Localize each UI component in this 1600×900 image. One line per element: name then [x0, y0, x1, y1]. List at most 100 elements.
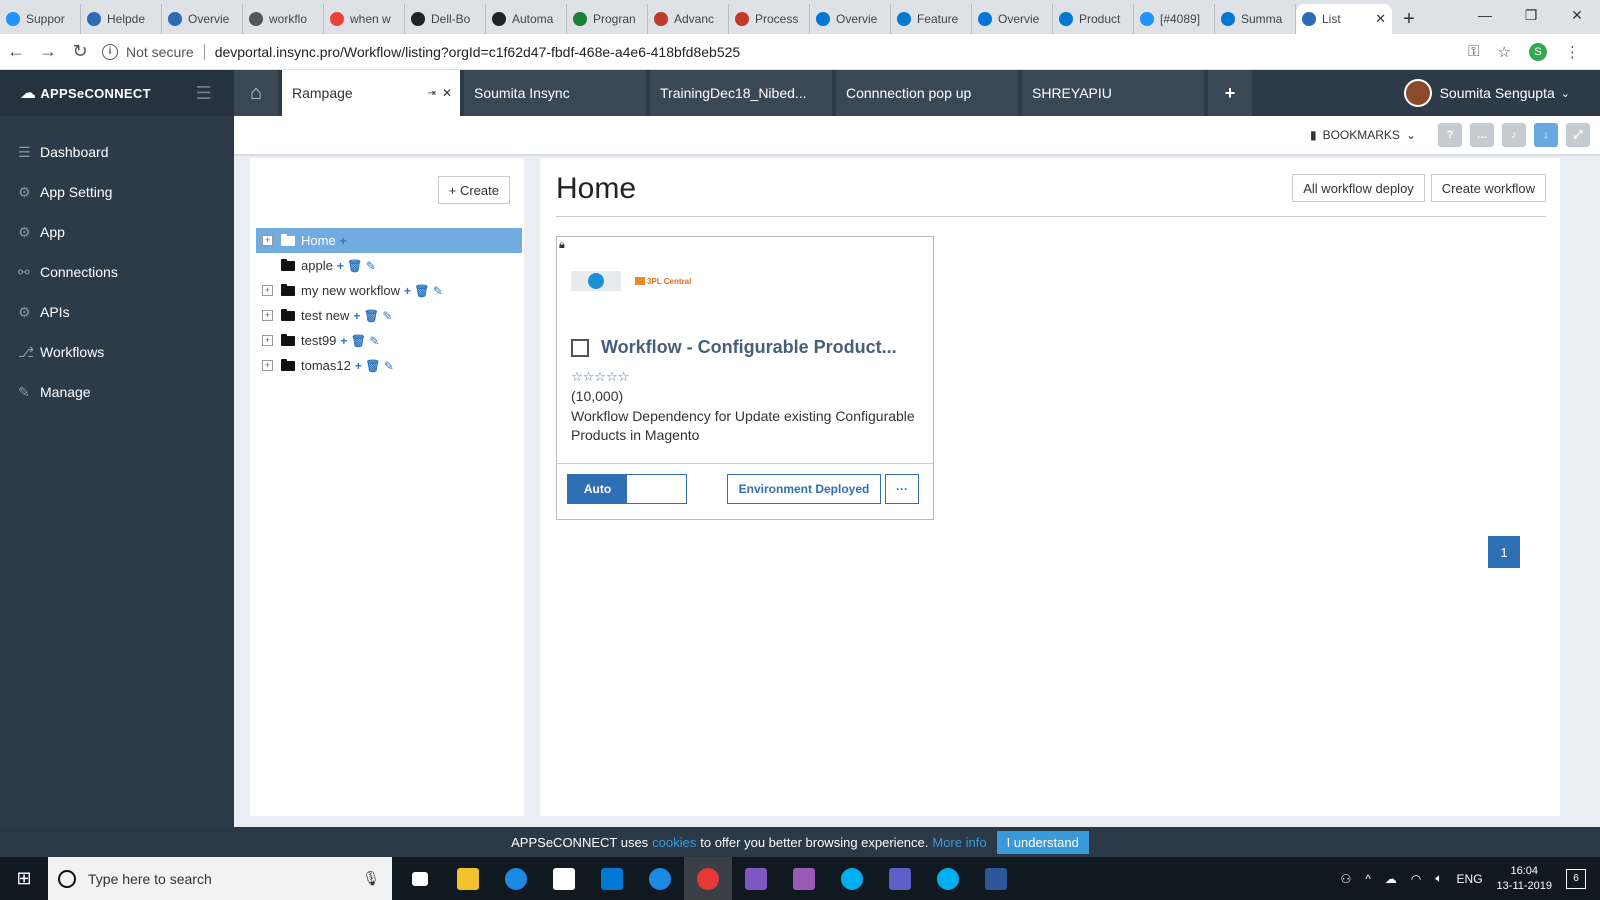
- browser-tab[interactable]: Summa: [1215, 4, 1296, 34]
- browser-tab[interactable]: Overvie: [810, 4, 891, 34]
- browser-tab[interactable]: [#4089]: [1134, 4, 1215, 34]
- clock[interactable]: 16:04 13-11-2019: [1497, 864, 1552, 894]
- browser-tab[interactable]: Progran: [567, 4, 648, 34]
- new-tab-button[interactable]: +: [1392, 4, 1426, 34]
- browser-tab[interactable]: Overvie: [162, 4, 243, 34]
- page-number-button[interactable]: 1: [1488, 536, 1520, 568]
- expand-icon[interactable]: +: [262, 235, 273, 246]
- language-indicator[interactable]: ENG: [1457, 872, 1483, 886]
- edge-icon[interactable]: [492, 857, 540, 900]
- cookies-link[interactable]: cookies: [652, 835, 696, 850]
- node-actions[interactable]: + 🗑 ✎: [353, 309, 392, 323]
- sidebar-item-connections[interactable]: ⚯ Connections: [0, 252, 234, 292]
- tree-node[interactable]: + test99 + 🗑 ✎: [256, 328, 522, 353]
- chevron-up-icon[interactable]: ^: [1365, 872, 1371, 886]
- chat-icon[interactable]: …: [1470, 123, 1494, 147]
- bell-icon[interactable]: ♪: [1502, 123, 1526, 147]
- home-icon[interactable]: ⌂: [234, 70, 278, 116]
- sidebar-item-app[interactable]: ⚙ App: [0, 212, 234, 252]
- more-info-link[interactable]: More info: [932, 835, 986, 850]
- outlook-icon[interactable]: [588, 857, 636, 900]
- browser-tab[interactable]: Feature: [891, 4, 972, 34]
- close-icon[interactable]: ✕: [442, 86, 452, 100]
- tab-trainingdec18[interactable]: TrainingDec18_Nibed...: [650, 70, 832, 116]
- key-icon[interactable]: ⚿: [1468, 43, 1479, 60]
- auto-toggle[interactable]: Auto: [567, 474, 687, 504]
- tree-node-label[interactable]: my new workflow: [301, 283, 400, 298]
- browser-tab[interactable]: workflo: [243, 4, 324, 34]
- tree-node-label[interactable]: Home: [301, 233, 336, 248]
- create-button[interactable]: + Create: [437, 176, 510, 204]
- tree-node-label[interactable]: apple: [301, 258, 333, 273]
- maximize-button[interactable]: ❐: [1508, 0, 1554, 30]
- close-window-button[interactable]: ✕: [1554, 0, 1600, 30]
- user-menu[interactable]: Soumita Sengupta ⌄: [1403, 70, 1600, 116]
- node-actions[interactable]: + 🗑 ✎: [355, 359, 394, 373]
- expand-icon[interactable]: +: [262, 285, 273, 296]
- browser-tab[interactable]: Product: [1053, 4, 1134, 34]
- browser-tab[interactable]: when w: [324, 4, 405, 34]
- tree-node[interactable]: + Home +: [256, 228, 522, 253]
- chrome-icon[interactable]: [684, 857, 732, 900]
- node-actions[interactable]: + 🗑 ✎: [340, 334, 379, 348]
- url-field[interactable]: i Not secure devportal.insync.pro/Workfl…: [102, 43, 1468, 60]
- word-icon[interactable]: [972, 857, 1020, 900]
- browser-tab[interactable]: Suppor: [0, 4, 81, 34]
- close-tab-icon[interactable]: ✕: [1375, 11, 1386, 27]
- select-checkbox[interactable]: [571, 338, 589, 357]
- app-logo[interactable]: ☁ APPSeCONNECT ☰: [0, 70, 234, 116]
- bookmarks-button[interactable]: ▮ BOOKMARKS ⌄: [1310, 128, 1416, 142]
- store-icon[interactable]: [540, 857, 588, 900]
- url-text[interactable]: devportal.insync.pro/Workflow/listing?or…: [215, 44, 740, 60]
- download-icon[interactable]: ↓: [1534, 123, 1558, 147]
- browser-tab[interactable]: Overvie: [972, 4, 1053, 34]
- add-tab-button[interactable]: +: [1208, 70, 1252, 116]
- create-workflow-button[interactable]: Create workflow: [1430, 174, 1546, 202]
- browser-tab[interactable]: Dell-Bo: [405, 4, 486, 34]
- tree-node-label[interactable]: test new: [301, 308, 349, 323]
- notification-icon[interactable]: 6: [1566, 868, 1586, 889]
- sidebar-item-workflows[interactable]: ⎇ Workflows: [0, 332, 234, 372]
- minimize-button[interactable]: —: [1462, 0, 1508, 30]
- task-view-icon[interactable]: [396, 857, 444, 900]
- expand-icon[interactable]: +: [262, 360, 273, 371]
- star-icon[interactable]: ☆: [1498, 43, 1511, 61]
- browser-tab[interactable]: Advanc: [648, 4, 729, 34]
- node-actions[interactable]: + 🗑 ✎: [404, 284, 443, 298]
- browser-tab-active[interactable]: List ✕: [1296, 4, 1392, 34]
- environment-deployed-button[interactable]: Environment Deployed: [727, 474, 881, 504]
- i-understand-button[interactable]: I understand: [996, 830, 1089, 854]
- node-actions[interactable]: + 🗑 ✎: [337, 259, 376, 273]
- tree-node[interactable]: apple + 🗑 ✎: [256, 253, 522, 278]
- rating-stars[interactable]: ☆☆☆☆☆: [571, 369, 629, 385]
- browser-tab[interactable]: Automa: [486, 4, 567, 34]
- browser-tab[interactable]: Process: [729, 4, 810, 34]
- sidebar-item-dashboard[interactable]: ☰ Dashboard: [0, 132, 234, 172]
- help-icon[interactable]: ?: [1438, 123, 1462, 147]
- windows-start-icon[interactable]: ⊞: [0, 857, 48, 900]
- pin-icon[interactable]: ⇥: [428, 88, 436, 99]
- expand-icon[interactable]: ⤢: [1566, 123, 1590, 147]
- tab-shreyapiu[interactable]: SHREYAPIU: [1022, 70, 1204, 116]
- profile-avatar[interactable]: S: [1529, 42, 1547, 61]
- tree-node[interactable]: + test new + 🗑 ✎: [256, 303, 522, 328]
- all-workflow-deploy-button[interactable]: All workflow deploy: [1292, 174, 1425, 202]
- skype-icon[interactable]: [924, 857, 972, 900]
- teams-icon[interactable]: [876, 857, 924, 900]
- sidebar-item-app-setting[interactable]: ⚙ App Setting: [0, 172, 234, 212]
- menu-icon[interactable]: ⋮: [1565, 43, 1580, 61]
- microphone-icon[interactable]: 🎙︎: [362, 870, 380, 887]
- tab-connection-pop-up[interactable]: Connnection pop up: [836, 70, 1018, 116]
- expand-icon[interactable]: +: [262, 310, 273, 321]
- reload-icon[interactable]: ↻: [64, 41, 96, 62]
- hamburger-icon[interactable]: ☰: [196, 83, 212, 104]
- more-options-button[interactable]: ···: [885, 474, 919, 504]
- back-icon[interactable]: ←: [0, 41, 32, 62]
- volume-icon[interactable]: 🔈︎: [1435, 871, 1442, 886]
- sidebar-item-apis[interactable]: ⚙ APIs: [0, 292, 234, 332]
- file-explorer-icon[interactable]: [444, 857, 492, 900]
- app-icon[interactable]: [780, 857, 828, 900]
- wifi-icon[interactable]: ◠: [1411, 872, 1421, 886]
- onedrive-icon[interactable]: ☁: [1385, 872, 1397, 886]
- sidebar-item-manage[interactable]: ✎ Manage: [0, 372, 234, 412]
